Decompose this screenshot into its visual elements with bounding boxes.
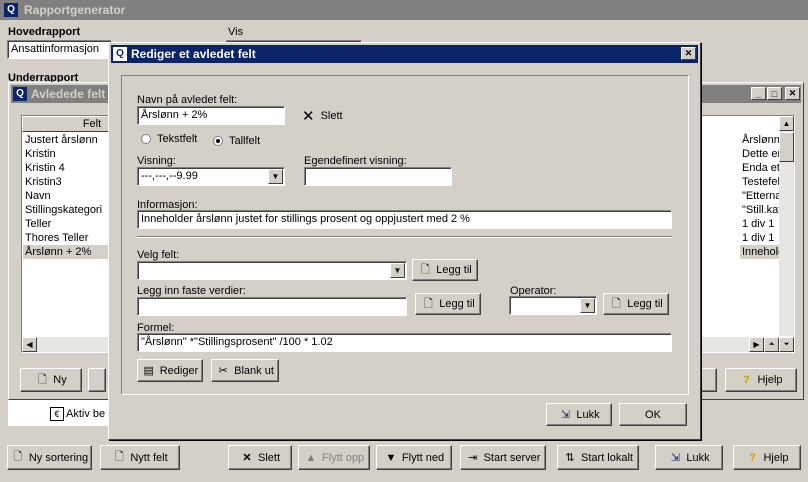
rediger-dialog: Q Rediger et avledet felt ✕ Navn på avle…	[108, 42, 701, 440]
legg-til-faste-button[interactable]: 🗋 Legg til	[415, 293, 481, 315]
separator	[137, 236, 672, 238]
scroll-left-icon[interactable]: ◀	[22, 337, 37, 352]
chevron-down-icon[interactable]: ▼	[268, 169, 283, 184]
legg-til-operator-button[interactable]: 🗋 Legg til	[603, 293, 669, 315]
dialog-close-button[interactable]: ✕	[681, 47, 696, 60]
list-item[interactable]: Årslønn b	[740, 133, 780, 147]
new-document-icon: 🗋	[611, 297, 621, 310]
new-document-icon: 🗋	[423, 297, 433, 310]
faste-label: Legg inn faste verdier:	[137, 285, 246, 297]
list-item[interactable]: "Etternavn	[740, 189, 780, 203]
operator-select[interactable]: ▼	[509, 296, 597, 315]
blank-ut-button[interactable]: ✂ Blank ut	[211, 359, 279, 382]
new-document-icon: 🗋	[114, 451, 124, 463]
partial-button-right[interactable]	[701, 368, 717, 392]
tree-area: € Aktiv be	[8, 400, 112, 426]
sort-icon: ⇅	[565, 452, 575, 464]
list-item[interactable]: "Still.kat/å	[740, 203, 780, 217]
new-document-icon: 🗋	[420, 263, 430, 276]
faste-input[interactable]	[137, 297, 407, 316]
scroll-thumb[interactable]	[779, 132, 794, 162]
scroll-up-icon[interactable]: ▲	[779, 116, 794, 131]
exit-door-icon: ⇲	[670, 452, 680, 464]
app-logo-icon: Q	[4, 3, 18, 17]
chevron-down-icon[interactable]: ▼	[390, 263, 405, 278]
ny-sortering-button[interactable]: 🗋 Ny sortering	[7, 445, 92, 470]
dialog-titlebar: Q Rediger et avledet felt ✕	[111, 45, 698, 63]
exit-door-icon: ⇲	[560, 409, 570, 421]
app-logo-icon: Q	[113, 47, 127, 61]
list-item[interactable]: 1 div 1	[740, 217, 780, 231]
list-item[interactable]: Enda et lu	[740, 161, 780, 175]
flytt-ned-button[interactable]: ▼ Flytt ned	[376, 445, 452, 470]
help-icon: ?	[749, 451, 756, 464]
new-document-icon: 🗋	[37, 373, 47, 386]
list-item[interactable]: Dette er e	[740, 147, 780, 161]
main-window-title: Rapportgenerator	[24, 3, 126, 17]
dialog-title: Rediger et avledet felt	[131, 47, 256, 61]
chevron-down-icon[interactable]: ▼	[580, 298, 595, 313]
ok-button[interactable]: OK	[619, 403, 687, 426]
list-item[interactable]: 1 div 1	[740, 231, 780, 245]
delete-x-icon: ✕	[302, 108, 315, 125]
tallfelt-radio[interactable]: Tallfelt	[213, 135, 260, 147]
slett-button[interactable]: ✕ Slett	[228, 445, 292, 470]
visning-select[interactable]: ---,---,--9.99 ▼	[137, 167, 285, 186]
list-item-selected[interactable]: Inneholder	[740, 245, 780, 259]
partial-button[interactable]	[88, 368, 106, 392]
vis-label: Vis	[228, 26, 244, 38]
navn-input[interactable]: Årslønn + 2%	[137, 106, 285, 125]
start-lokalt-button[interactable]: ⇅ Start lokalt	[557, 445, 639, 470]
scroll-bottom-icon[interactable]: ⏷	[779, 337, 794, 352]
flytt-opp-button[interactable]: ▲ Flytt opp	[298, 445, 370, 470]
tekstfelt-radio[interactable]: Tekstfelt	[141, 133, 197, 145]
start-server-button[interactable]: ⇥ Start server	[460, 445, 546, 470]
velg-felt-label: Velg felt:	[137, 249, 180, 261]
avledede-title: Avledede felt	[31, 87, 106, 101]
right-rows: Årslønn b Dette er e Enda et lu Testefel…	[740, 133, 780, 259]
radio-checked-icon	[213, 136, 223, 146]
edit-form-icon: ▤	[143, 365, 154, 377]
legg-til-felt-button[interactable]: 🗋 Legg til	[412, 259, 478, 281]
navn-label: Navn på avledet felt:	[137, 94, 238, 106]
egendefinert-input[interactable]	[304, 167, 452, 186]
scroll-top-icon[interactable]: ⏶	[764, 337, 779, 352]
main-titlebar: Q Rapportgenerator	[0, 0, 808, 20]
new-document-icon: 🗋	[13, 451, 23, 463]
slett-link[interactable]: ✕ Slett	[302, 106, 343, 126]
hjelp-button-avledede[interactable]: ? Hjelp	[725, 368, 797, 392]
nytt-felt-button[interactable]: 🗋 Nytt felt	[100, 445, 180, 470]
velg-felt-select[interactable]: ▼	[137, 261, 407, 280]
ny-button[interactable]: 🗋 Ny	[20, 368, 82, 392]
tree-item[interactable]: Aktiv be	[66, 408, 105, 420]
vertical-scrollbar[interactable]: ▲	[779, 116, 794, 336]
help-icon: ?	[743, 374, 750, 386]
maximize-button[interactable]: □	[767, 87, 782, 100]
formel-input[interactable]: "Årslønn" *"Stillingsprosent" /100 * 1.0…	[137, 333, 672, 352]
rediger-button[interactable]: ▤ Rediger	[137, 359, 203, 382]
minimize-button[interactable]: _	[751, 87, 766, 100]
close-button[interactable]: ✕	[785, 87, 800, 100]
arrow-up-icon: ▲	[305, 451, 317, 464]
scissors-icon: ✂	[218, 365, 228, 377]
hovedrapport-label: Hovedrapport	[8, 26, 81, 38]
scroll-right-icon[interactable]: ▶	[749, 337, 764, 352]
lukk-button-dialog[interactable]: ⇲ Lukk	[546, 403, 612, 426]
list-item[interactable]: Testefelt f	[740, 175, 780, 189]
hovedrapport-select[interactable]: Ansattinformasjon	[7, 40, 112, 59]
delete-x-icon: ✕	[242, 452, 252, 464]
app-logo-icon: Q	[13, 87, 27, 101]
visning-label: Visning:	[137, 155, 176, 167]
egendefinert-label: Egendefinert visning:	[304, 155, 407, 167]
radio-unchecked-icon	[141, 134, 151, 144]
informasjon-input[interactable]: Inneholder årslønn justet for stillings …	[137, 210, 672, 229]
hjelp-button-main[interactable]: ? Hjelp	[733, 445, 801, 470]
server-icon: ⇥	[467, 452, 478, 464]
euro-icon: €	[50, 407, 64, 421]
arrow-down-icon: ▼	[385, 451, 397, 464]
lukk-button-main[interactable]: ⇲ Lukk	[655, 445, 723, 470]
